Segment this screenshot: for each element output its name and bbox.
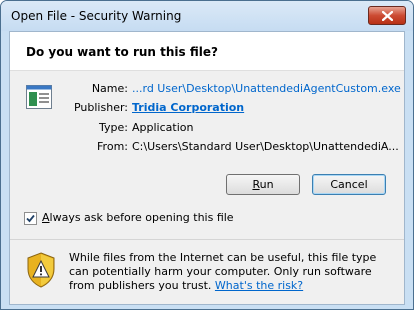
window-title: Open File - Security Warning	[11, 9, 182, 23]
from-label: From:	[97, 140, 128, 153]
always-ask-label[interactable]: Always ask before opening this file	[42, 211, 234, 224]
type-label: Type:	[99, 121, 128, 134]
cancel-button[interactable]: Cancel	[312, 174, 386, 195]
run-label-rest: un	[259, 178, 274, 191]
warning-message: While files from the Internet can be use…	[69, 251, 389, 293]
header-divider	[10, 70, 404, 71]
dialog-body: Do you want to run this file? Name: ...r…	[9, 31, 405, 305]
title-bar[interactable]: Open File - Security Warning	[1, 1, 413, 31]
run-accelerator: R	[252, 178, 260, 191]
checkmark-icon	[26, 214, 35, 223]
type-value: Application	[132, 121, 194, 134]
always-ask-accelerator: A	[42, 211, 50, 224]
close-button[interactable]	[368, 6, 406, 25]
always-ask-rest: lways ask before opening this file	[49, 211, 234, 224]
name-label: Name:	[91, 82, 128, 95]
header-panel: Do you want to run this file?	[10, 32, 404, 70]
publisher-link[interactable]: Tridia Corporation	[132, 101, 244, 114]
security-warning-dialog: Open File - Security Warning Do you want…	[0, 0, 414, 310]
always-ask-checkbox[interactable]	[24, 212, 37, 225]
header-question: Do you want to run this file?	[26, 45, 218, 59]
warning-divider	[10, 239, 404, 240]
name-link[interactable]: ...rd User\Desktop\UnattendediAgentCusto…	[132, 82, 401, 95]
run-button[interactable]: Run	[226, 174, 300, 195]
from-value: C:\Users\Standard User\Desktop\Unattende…	[132, 140, 399, 153]
close-icon	[382, 11, 393, 21]
warning-shield-icon	[27, 252, 55, 288]
publisher-label: Publisher:	[73, 101, 128, 114]
application-file-icon	[26, 85, 52, 109]
whats-the-risk-link[interactable]: What's the risk?	[215, 279, 303, 292]
